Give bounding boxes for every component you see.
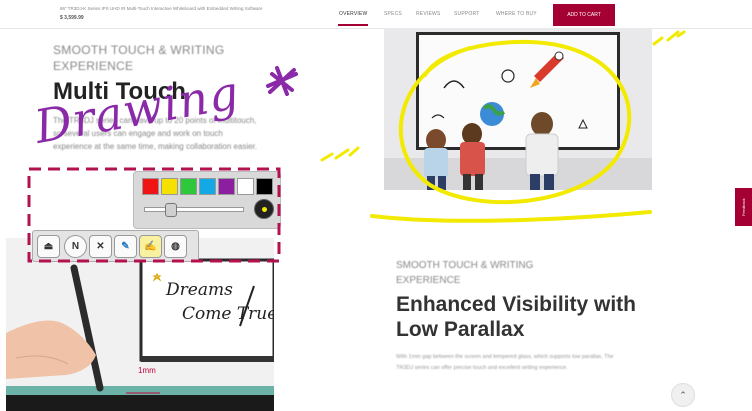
- tab-reviews[interactable]: REVIEWS: [416, 11, 440, 17]
- top-header: [0, 0, 752, 29]
- color-swatch-green[interactable]: [180, 178, 197, 195]
- tab-specs[interactable]: SPECS: [384, 11, 402, 17]
- section2-headline: Enhanced Visibility with Low Parallax: [396, 293, 636, 341]
- pen-writing-demo-image: Dreams Come True 1mm: [6, 238, 274, 411]
- pen-tool-icon[interactable]: ✍: [139, 235, 162, 258]
- board-handwriting-line1: Dreams: [166, 280, 233, 300]
- add-to-cart-button[interactable]: ADD TO CART: [553, 4, 615, 26]
- color-swatch-white[interactable]: [237, 178, 254, 195]
- slider-thumb[interactable]: [164, 203, 177, 217]
- chevron-up-icon: ⌃: [679, 389, 687, 400]
- color-palette-popup: [133, 171, 281, 229]
- section2-body: With 1mm gap between the screen and temp…: [396, 354, 614, 371]
- color-swatch-red[interactable]: [142, 178, 159, 195]
- eraser-tool-icon[interactable]: ⏏: [37, 235, 60, 258]
- tab-where-to-buy[interactable]: WHERE TO BUY: [496, 11, 537, 17]
- active-tab-indicator: [338, 24, 368, 26]
- classroom-whiteboard-image: [384, 28, 652, 190]
- yellow-tick-marks-left: [320, 146, 360, 162]
- mouse-icon[interactable]: ◍: [164, 235, 187, 258]
- purple-star-annotation: [266, 66, 298, 96]
- thickness-slider[interactable]: [144, 203, 244, 217]
- tab-overview[interactable]: OVERVIEW: [339, 11, 367, 17]
- product-title: 86" TR3DJ-K Series IPS UHD IR Multi-Touc…: [60, 6, 263, 11]
- color-swatch-yellow[interactable]: [161, 178, 178, 195]
- feedback-tab[interactable]: Feedback: [735, 188, 752, 226]
- stroke-preview-dot: [262, 207, 267, 212]
- scroll-to-top-button[interactable]: ⌃: [671, 383, 695, 407]
- color-swatch-blue[interactable]: [199, 178, 216, 195]
- section2-eyebrow: SMOOTH TOUCH & WRITING EXPERIENCE: [396, 260, 534, 286]
- highlighter-icon[interactable]: ✎: [114, 235, 137, 258]
- gap-label: 1mm: [138, 366, 156, 375]
- color-swatch-purple[interactable]: [218, 178, 235, 195]
- color-swatch-black[interactable]: [256, 178, 273, 195]
- yellow-underline-annotation: [370, 210, 652, 223]
- yellow-tick-marks-right: [652, 30, 686, 46]
- tools-icon[interactable]: ✕: [89, 235, 112, 258]
- notes-tool-icon[interactable]: N: [64, 235, 87, 258]
- tab-support[interactable]: SUPPORT: [454, 11, 479, 17]
- board-handwriting-line2: Come True: [182, 304, 274, 324]
- drawing-toolbar: ⏏ N ✕ ✎ ✍ ◍: [32, 230, 199, 262]
- stroke-preview: [254, 199, 274, 219]
- product-price: $ 3,599.99: [60, 15, 84, 21]
